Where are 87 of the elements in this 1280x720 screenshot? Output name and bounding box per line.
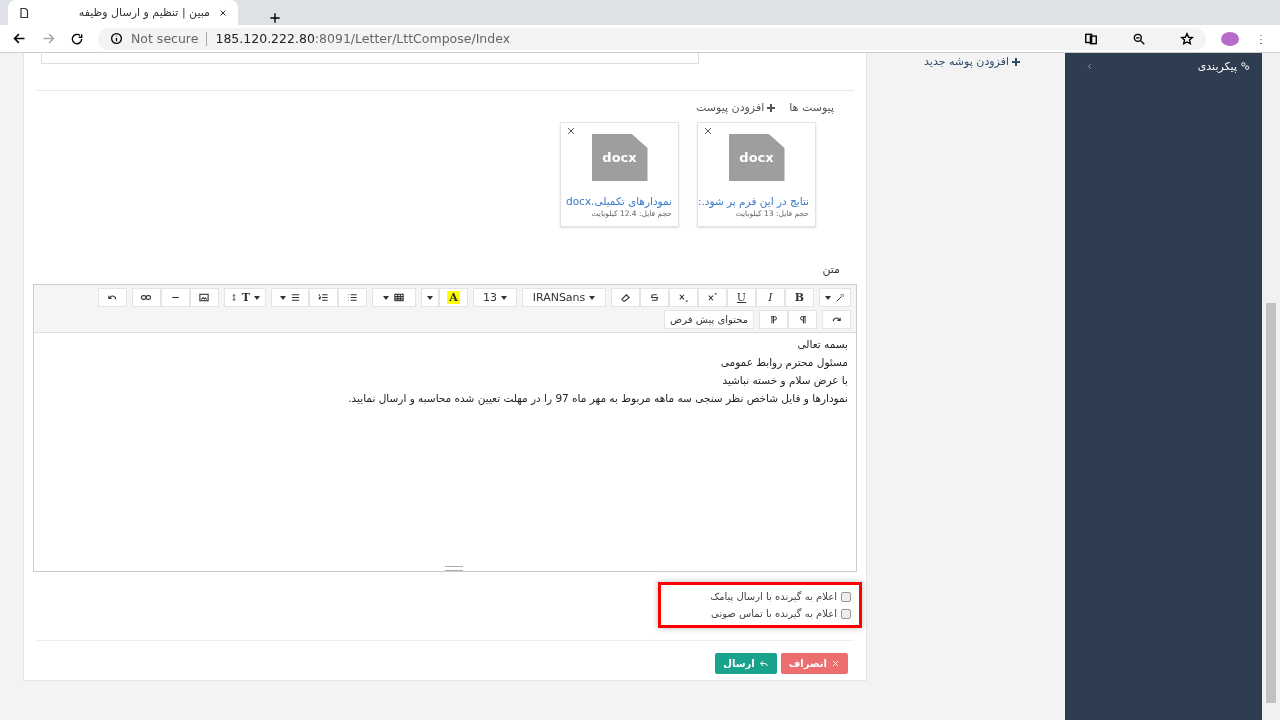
caret-icon — [254, 295, 260, 300]
input-field[interactable] — [41, 53, 699, 64]
table-icon — [393, 292, 405, 303]
text-line: با عرض سلام و خسته نباشید — [721, 374, 848, 386]
table-dropdown[interactable] — [372, 288, 416, 307]
strikethrough-button[interactable] — [640, 288, 669, 307]
sidebar-item[interactable]: پیکربندی — [1065, 59, 1262, 73]
eraser-icon — [620, 292, 631, 303]
picture-button[interactable] — [189, 288, 219, 307]
notify-checkbox[interactable]: اعلام به گیرنده با تماس صوتی — [669, 608, 851, 619]
align-icon — [289, 292, 301, 303]
undo-button[interactable] — [97, 288, 127, 307]
rtl-paragraph-button[interactable] — [788, 310, 817, 329]
caret-icon — [279, 295, 286, 300]
bold-button[interactable]: B — [785, 288, 814, 307]
file-name[interactable]: نمودارهای تکمیلی.docx — [563, 195, 676, 207]
eraser-button[interactable] — [611, 288, 640, 307]
chevron-left-icon — [1085, 61, 1094, 71]
page-icon — [18, 6, 30, 19]
subscript-button[interactable] — [669, 288, 698, 307]
caret-icon — [501, 295, 507, 300]
strikethrough-icon — [649, 292, 660, 303]
redo-button[interactable] — [822, 310, 851, 329]
close-icon — [703, 126, 713, 136]
superscript-icon — [707, 292, 718, 303]
close-icon — [831, 659, 840, 668]
security-label: Not secure — [131, 31, 199, 46]
forward-icon — [41, 31, 56, 46]
info-icon — [110, 32, 123, 45]
reload-icon — [70, 31, 84, 46]
back-icon — [12, 31, 27, 46]
caret-icon — [825, 295, 831, 300]
close-icon — [218, 7, 228, 18]
attachments-title: پیوست ها — [789, 101, 834, 114]
line-height-dropdown[interactable]: T — [223, 288, 266, 307]
text-line: نمودارها و فایل شاخص نظر سنجی سه ماهه مربوط به مهر ماه 97 را در مهلت تعیین شده محاسبه و ارسال نمایید. — [347, 392, 848, 404]
caret-icon — [383, 295, 389, 300]
text-line: بسمه تعالی — [796, 338, 848, 350]
font-size-dropdown[interactable]: 13 — [473, 288, 517, 307]
link-button[interactable] — [131, 288, 161, 307]
numbered-list-icon — [318, 292, 329, 303]
caret-icon — [427, 295, 433, 300]
gears-icon — [1240, 61, 1250, 71]
profile-avatar-icon[interactable] — [1220, 30, 1240, 47]
default-content-button[interactable]: محتوای پیش فرض — [664, 310, 754, 329]
reply-arrow-icon — [758, 658, 769, 669]
plus-icon — [767, 103, 776, 112]
notify-checkbox[interactable]: اعلام به گیرنده با ارسال پیامک — [669, 591, 851, 602]
underline-button[interactable]: U — [727, 288, 756, 307]
font-family-dropdown[interactable]: IRANSans — [522, 288, 606, 307]
style-dropdown[interactable] — [819, 288, 851, 307]
zoom-out-icon — [1132, 31, 1146, 46]
file-type-thumbnail: docx — [728, 134, 785, 181]
pilcrow-icon — [797, 314, 808, 325]
close-icon — [566, 126, 576, 136]
magic-wand-icon — [835, 292, 845, 303]
align-dropdown[interactable] — [271, 288, 309, 307]
tab-title: مبین | تنظیم و ارسال وظیفه — [77, 6, 210, 19]
numbered-list-button[interactable] — [309, 288, 338, 307]
text-line: مسئول محترم روابط عمومی — [719, 356, 848, 368]
star-icon — [1180, 31, 1194, 46]
picture-icon — [198, 292, 211, 303]
add-attachment-link[interactable]: افزودن پیوست — [696, 101, 776, 114]
new-tab-icon — [268, 11, 282, 25]
color-dropdown[interactable] — [421, 288, 439, 307]
plus-icon — [1012, 57, 1020, 66]
editor-content[interactable]: بسمه تعالی مسئول محترم روابط عمومی با عرض سلام و خسته نباشید نمودارها و فایل شاخص نظر سنجی سه ماهه مربوط به مهر ماه 97 را در مهلت تعیین شده محاسبه و ارسال نمایید. — [34, 333, 856, 571]
text-color-button[interactable]: A — [439, 288, 468, 307]
new-folder-link[interactable]: افزودن پوشه جدید — [867, 55, 1020, 68]
resize-handle[interactable] — [445, 566, 463, 571]
browser-tab[interactable]: مبین | تنظیم و ارسال وظیفه — [8, 0, 238, 25]
italic-button[interactable]: I — [756, 288, 785, 307]
file-type-thumbnail: docx — [591, 134, 648, 181]
subscript-icon — [678, 292, 689, 303]
pilcrow-icon — [768, 314, 779, 325]
file-name[interactable]: نتایج در این فرم پر شود.: — [700, 195, 813, 207]
ltr-paragraph-button[interactable] — [759, 310, 788, 329]
superscript-button[interactable] — [698, 288, 727, 307]
bullet-list-icon — [347, 292, 358, 303]
caret-icon — [589, 295, 596, 300]
bullet-list-button[interactable] — [338, 288, 367, 307]
url-text: 185.120.222.80:8091/Letter/LttCompose/Index — [215, 31, 511, 46]
link-icon — [140, 292, 153, 303]
text-label: متن — [821, 263, 840, 276]
address-bar[interactable]: Not secure 185.120.222.80:8091/Letter/LttCompose/Index — [98, 27, 1206, 50]
up-down-arrow-icon — [229, 292, 238, 303]
translate-icon — [1084, 31, 1098, 46]
